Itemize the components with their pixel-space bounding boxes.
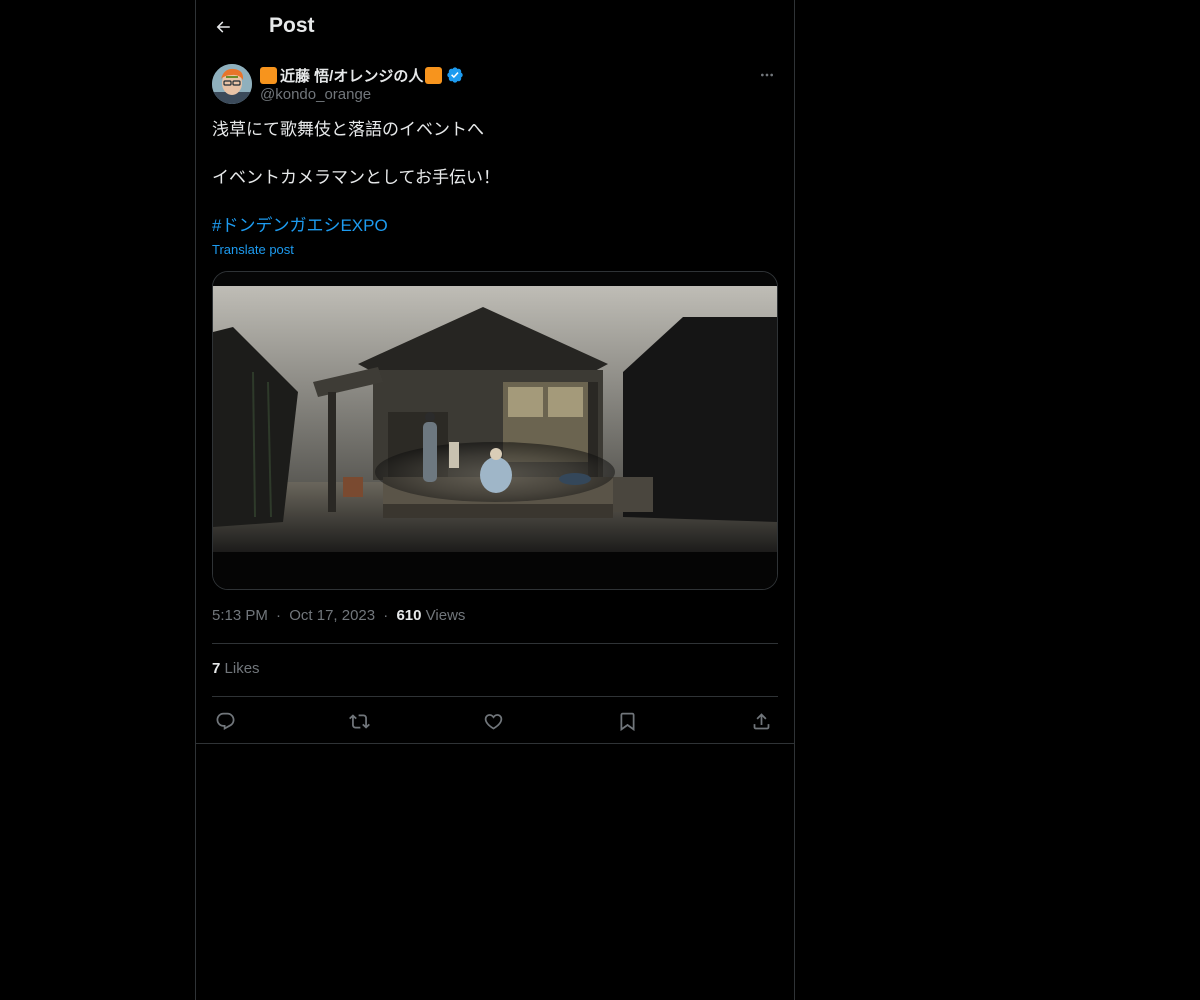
post-media-image[interactable] [212,271,778,590]
reply-button[interactable] [212,708,238,734]
avatar-image [212,64,252,104]
bookmark-button[interactable] [614,708,640,734]
like-button[interactable] [480,708,506,734]
post-date[interactable]: Oct 17, 2023 [289,607,375,624]
heart-icon [484,713,502,730]
user-handle[interactable]: @kondo_orange [260,86,371,103]
post-time[interactable]: 5:13 PM [212,607,268,624]
likes-stat[interactable]: 7 Likes [212,660,260,677]
page-title: Post [269,14,315,37]
display-name: 近藤 悟/オレンジの人 [280,67,424,85]
share-button[interactable] [748,708,774,734]
verified-badge-icon [446,66,464,84]
divider [212,696,778,697]
post-text-line: イベントカメラマンとしてお手伝い！ [212,168,500,187]
share-icon [753,712,769,729]
bookmark-icon [620,712,634,731]
post-text: 浅草にて歌舞伎と落語のイベントへ イベントカメラマンとしてお手伝い！ #ドンデン… [212,118,778,238]
likes-label: Likes [224,660,260,677]
post-column: Post 近藤 悟/オレンジの人 @kondo_orange 浅草にて歌舞伎と落… [195,0,795,1000]
orange-square-emoji-icon [425,66,443,84]
post-text-line: 浅草にて歌舞伎と落語のイベントへ [212,120,484,139]
reply-icon [216,712,234,730]
back-button[interactable] [212,14,234,40]
orange-square-emoji-icon [260,66,277,84]
more-icon [761,73,773,77]
hashtag-link[interactable]: #ドンデンガエシEXPO [212,216,388,235]
repost-button[interactable] [346,708,372,734]
views-count: 610 [396,607,422,624]
post-header: Post [196,0,794,53]
divider [196,743,794,744]
avatar[interactable] [212,64,252,104]
arrow-left-icon [216,21,230,33]
action-bar [212,708,778,734]
display-name-row[interactable]: 近藤 悟/オレンジの人 [260,65,464,85]
meta-separator: · [383,607,389,624]
post-author: 近藤 悟/オレンジの人 @kondo_orange [212,64,778,108]
stage-photo-image [213,272,777,589]
meta-separator: · [276,607,282,624]
divider [212,643,778,644]
translate-post-link[interactable]: Translate post [212,242,294,257]
post-meta: 5:13 PM · Oct 17, 2023 · 610 Views [212,607,465,624]
repost-icon [348,713,370,729]
more-options-button[interactable] [756,66,778,84]
likes-count: 7 [212,660,221,677]
views-label: Views [425,607,466,624]
